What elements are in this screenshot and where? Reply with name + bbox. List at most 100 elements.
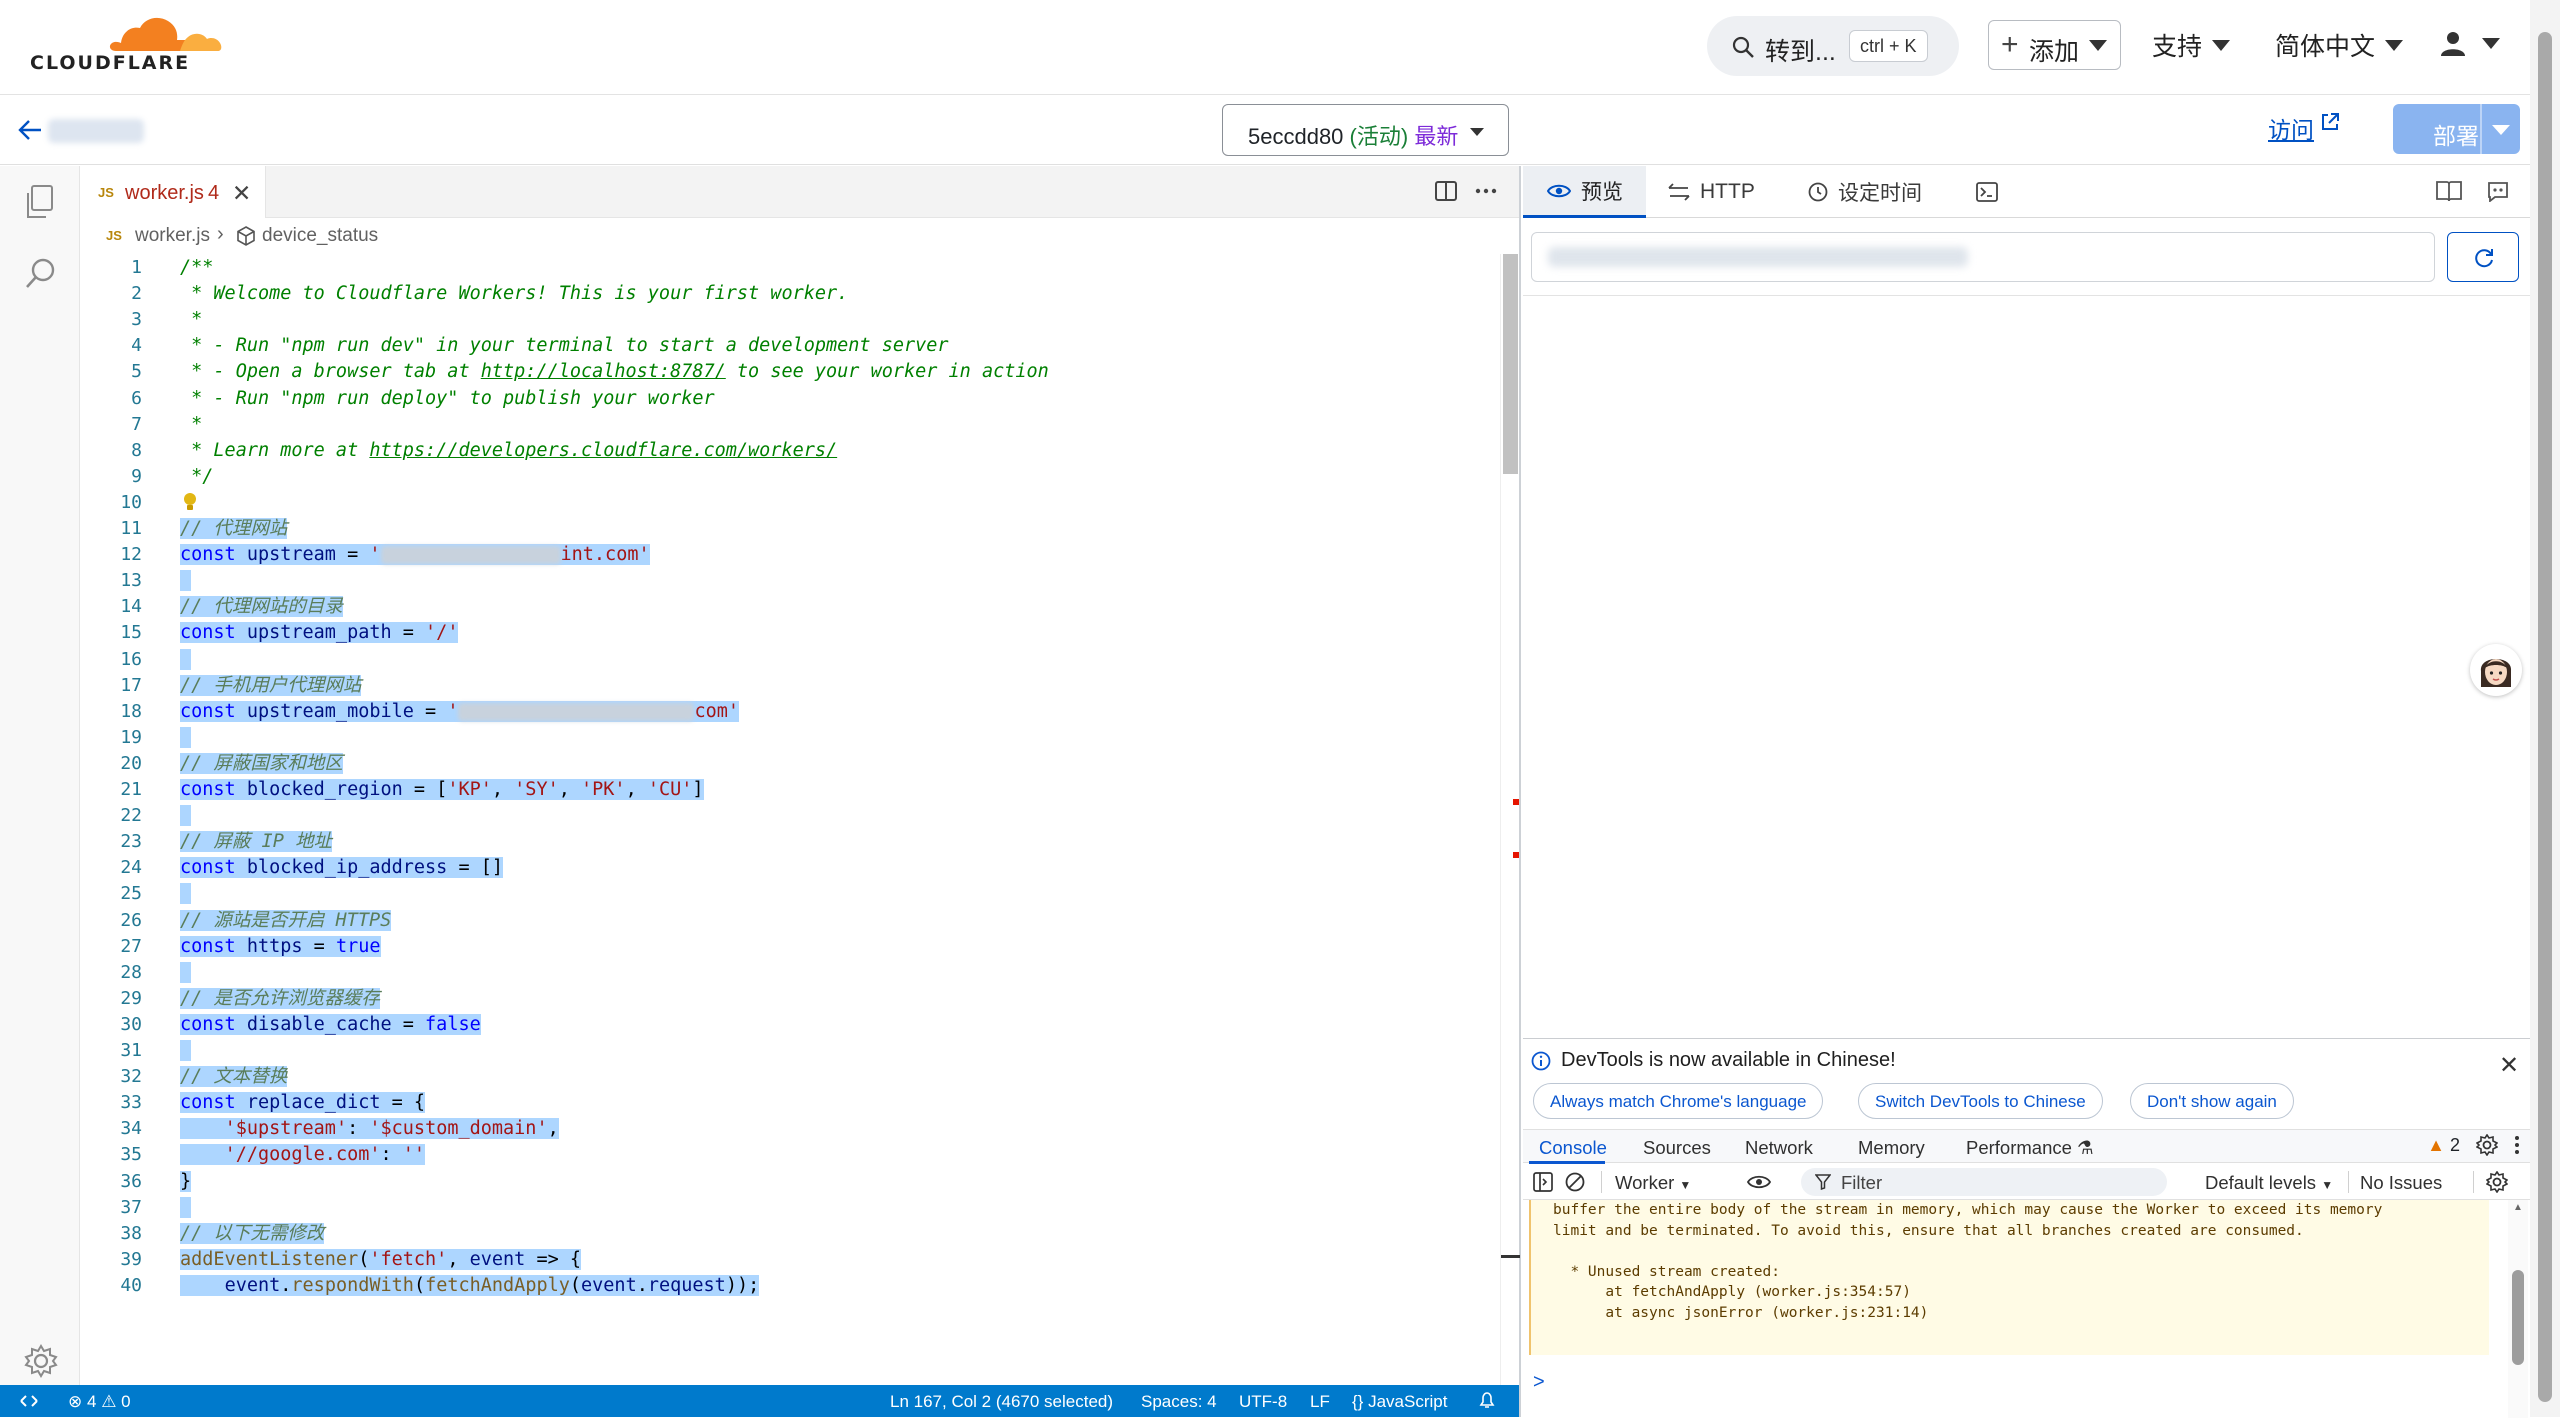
code-line[interactable]: 4 * - Run "npm run dev" in your terminal…	[80, 332, 1500, 360]
close-icon[interactable]: ✕	[232, 180, 251, 207]
console-scrollbar[interactable]: ▲	[2508, 1200, 2528, 1418]
scrollbar-thumb[interactable]	[2512, 1270, 2524, 1365]
problems-indicator[interactable]: ⊗ 4 ⚠ 0	[68, 1392, 131, 1412]
console-prompt[interactable]: >	[1533, 1371, 1545, 1394]
sidebar-toggle-icon[interactable]	[1533, 1172, 1553, 1192]
remote-icon[interactable]	[20, 1393, 38, 1409]
code-line[interactable]: 1 /**	[80, 254, 1500, 282]
deploy-button[interactable]: 部署	[2393, 104, 2520, 154]
scrollbar-thumb[interactable]	[1503, 254, 1518, 474]
back-arrow-icon[interactable]	[18, 119, 42, 141]
code-line[interactable]: 12 const upstream = ' int.com'	[80, 541, 1500, 569]
code-line[interactable]: 33 const replace_dict = {	[80, 1089, 1500, 1117]
code-line[interactable]: 10	[80, 489, 1500, 517]
language-menu[interactable]: 简体中文	[2275, 27, 2404, 63]
code-line[interactable]: 23 // 屏蔽 IP 地址	[80, 828, 1500, 856]
code-line[interactable]: 8 * Learn more at https://developers.clo…	[80, 437, 1500, 465]
code-line[interactable]: 16	[80, 646, 1500, 674]
switch-to-chinese-button[interactable]: Switch DevTools to Chinese	[1858, 1083, 2103, 1119]
code-area[interactable]: 1/** 2 * Welcome to Cloudflare Workers! T…	[80, 254, 1500, 1385]
notifications-bell-icon[interactable]	[1478, 1392, 1496, 1410]
settings-gear-icon[interactable]	[24, 1344, 58, 1378]
console-settings-icon[interactable]	[2486, 1171, 2508, 1193]
code-line[interactable]: 9 */	[80, 463, 1500, 491]
code-line[interactable]: 32 // 文本替换	[80, 1063, 1500, 1091]
eye-icon[interactable]	[1747, 1174, 1771, 1190]
indentation[interactable]: Spaces: 4	[1141, 1392, 1217, 1412]
tab-terminal[interactable]	[1976, 166, 1998, 218]
editor-scrollbar[interactable]	[1500, 254, 1520, 1385]
code-line[interactable]: 24 const blocked_ip_address = []	[80, 854, 1500, 882]
code-line[interactable]: 27 const https = true	[80, 933, 1500, 961]
scroll-up-icon[interactable]: ▲	[2513, 1202, 2523, 1213]
tab-schedule[interactable]: 设定时间	[1808, 166, 1922, 218]
tab-memory[interactable]: Memory	[1858, 1137, 1925, 1159]
code-line[interactable]: 31	[80, 1037, 1500, 1065]
code-line[interactable]: 21 const blocked_region = ['KP', 'SY', 'P…	[80, 776, 1500, 804]
assistant-avatar[interactable]	[2470, 644, 2522, 696]
warning-badge[interactable]: ▲ 2	[2427, 1135, 2460, 1156]
split-editor-icon[interactable]	[1435, 181, 1457, 201]
more-vertical-icon[interactable]	[2514, 1135, 2520, 1155]
dont-show-again-button[interactable]: Don't show again	[2130, 1083, 2294, 1119]
refresh-button[interactable]	[2447, 232, 2519, 282]
code-line[interactable]: 36}	[80, 1168, 1500, 1196]
tab-sources[interactable]: Sources	[1643, 1137, 1711, 1159]
version-select[interactable]: 5eccdd80 (活动) 最新	[1222, 104, 1509, 156]
code-line[interactable]: 11 // 代理网站	[80, 515, 1500, 543]
code-line[interactable]: 7 *	[80, 411, 1500, 439]
issues-counter[interactable]: No Issues	[2360, 1172, 2442, 1194]
caret-down-icon[interactable]	[2492, 125, 2510, 135]
tab-http[interactable]: HTTP	[1668, 166, 1755, 218]
preview-url-input[interactable]	[1531, 232, 2435, 282]
code-line[interactable]: 34 '$upstream': '$custom_domain',	[80, 1115, 1500, 1143]
visit-link[interactable]: 访问	[2268, 111, 2314, 145]
code-line[interactable]: 35 '//google.com': ''	[80, 1141, 1500, 1169]
context-select[interactable]: Worker ▼	[1615, 1172, 1691, 1194]
code-line[interactable]: 25	[80, 880, 1500, 908]
lightbulb-icon[interactable]	[182, 492, 198, 512]
filter-input[interactable]: Filter	[1801, 1168, 2167, 1196]
tab-performance[interactable]: Performance ⚗	[1966, 1137, 2094, 1159]
page-scrollbar[interactable]	[2530, 0, 2560, 1417]
code-line[interactable]: 14 // 代理网站的目录	[80, 593, 1500, 621]
language-mode[interactable]: {} JavaScript	[1352, 1392, 1447, 1412]
code-line[interactable]: 17 // 手机用户代理网站	[80, 672, 1500, 700]
code-line[interactable]: 22	[80, 802, 1500, 830]
support-menu[interactable]: 支持	[2152, 27, 2231, 63]
tab-preview[interactable]: 预览	[1523, 166, 1646, 218]
code-line[interactable]: 28	[80, 959, 1500, 987]
code-line[interactable]: 39 addEventListener('fetch', event => {	[80, 1246, 1500, 1274]
encoding[interactable]: UTF-8	[1239, 1392, 1287, 1412]
book-icon[interactable]	[2436, 180, 2462, 202]
close-icon[interactable]: ✕	[2499, 1051, 2519, 1080]
settings-gear-icon[interactable]	[2476, 1134, 2498, 1156]
code-line[interactable]: 20 // 屏蔽国家和地区	[80, 750, 1500, 778]
cloudflare-logo[interactable]: CLOUDFLARE	[30, 16, 222, 76]
user-menu[interactable]	[2440, 30, 2500, 56]
clear-console-icon[interactable]	[1565, 1172, 1585, 1192]
code-line[interactable]: 29 // 是否允许浏览器缓存	[80, 985, 1500, 1013]
code-line[interactable]: 3 *	[80, 306, 1500, 334]
code-line[interactable]: 18 const upstream_mobile = ' com'	[80, 698, 1500, 726]
search-icon[interactable]	[24, 256, 58, 290]
code-line[interactable]: 37	[80, 1194, 1500, 1222]
tab-worker-js[interactable]: JS worker.js 4 ✕	[80, 166, 266, 218]
code-line[interactable]: 40 event.respondWith(fetchAndApply(event…	[80, 1272, 1500, 1300]
more-actions-icon[interactable]	[1475, 188, 1497, 194]
log-levels-select[interactable]: Default levels ▼	[2205, 1172, 2333, 1194]
code-line[interactable]: 38 // 以下无需修改	[80, 1220, 1500, 1248]
code-line[interactable]: 6 * - Run "npm run deploy" to publish yo…	[80, 385, 1500, 413]
code-line[interactable]: 13	[80, 567, 1500, 595]
cursor-position[interactable]: Ln 167, Col 2 (4670 selected)	[890, 1392, 1113, 1412]
breadcrumb-file[interactable]: worker.js	[135, 225, 210, 247]
code-line[interactable]: 19	[80, 724, 1500, 752]
tab-network[interactable]: Network	[1745, 1137, 1813, 1159]
breadcrumb-symbol[interactable]: device_status	[262, 225, 378, 247]
code-line[interactable]: 5 * - Open a browser tab at http://local…	[80, 358, 1500, 386]
code-line[interactable]: 30 const disable_cache = false	[80, 1011, 1500, 1039]
console-output[interactable]: buffer the entire body of the stream in …	[1523, 1200, 2503, 1358]
scrollbar-thumb[interactable]	[2538, 32, 2552, 1402]
code-line[interactable]: 2 * Welcome to Cloudflare Workers! This …	[80, 280, 1500, 308]
discord-icon[interactable]	[2486, 180, 2510, 202]
